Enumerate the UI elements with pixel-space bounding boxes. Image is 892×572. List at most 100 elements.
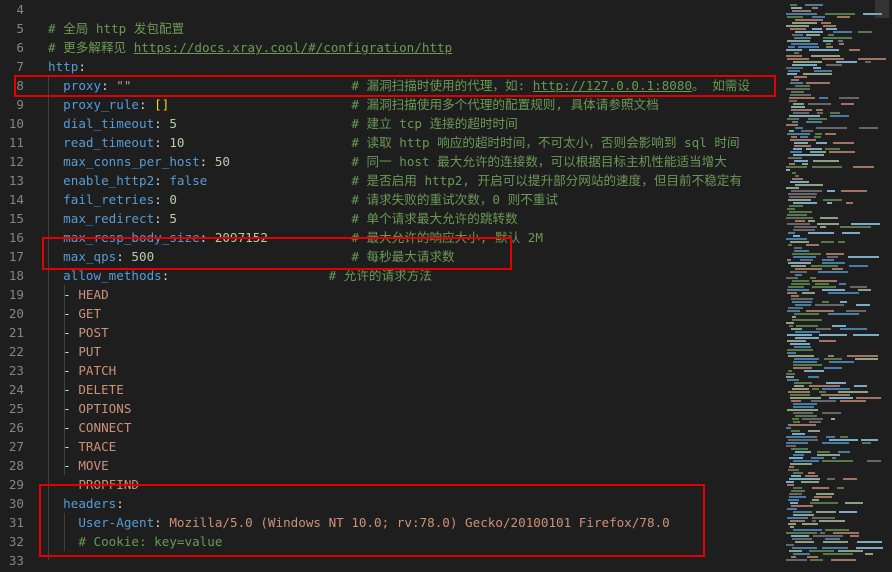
code-line[interactable]: 12 max_conns_per_host: 50 # 同一 host 最大允许… (0, 152, 778, 171)
minimap-line (788, 439, 818, 441)
line-content: enable_http2: false # 是否启用 http2, 开启可以提升… (48, 171, 742, 190)
minimap-line (791, 328, 802, 330)
minimap-line (787, 349, 813, 351)
code-line[interactable]: 25 - OPTIONS (0, 399, 778, 418)
minimap-line (815, 133, 822, 135)
minimap-line (788, 46, 795, 48)
minimap-line (814, 496, 832, 498)
minimap-line (838, 550, 863, 552)
minimap-line (786, 532, 817, 534)
minimap-line (793, 235, 800, 237)
minimap-line (831, 559, 856, 561)
code-line[interactable]: 29 - PROPFIND (0, 475, 778, 494)
code-line[interactable]: 27 - TRACE (0, 437, 778, 456)
minimap-line (786, 445, 796, 447)
code-token: false (169, 173, 208, 188)
code-line[interactable]: 19 - HEAD (0, 285, 778, 304)
code-line[interactable]: 4 (0, 0, 778, 19)
minimap-line (790, 394, 810, 396)
code-line[interactable]: 33 (0, 551, 778, 570)
code-token: # 全局 http 发包配置 (48, 21, 185, 36)
minimap-line (808, 103, 831, 105)
minimap-line (786, 13, 817, 15)
code-line[interactable]: 20 - GET (0, 304, 778, 323)
code-line[interactable]: 15 max_redirect: 5 # 单个请求最大允许的跳转数 (0, 209, 778, 228)
minimap-line (793, 406, 814, 408)
minimap-line (838, 241, 845, 243)
code-line[interactable]: 8 proxy: "" # 漏洞扫描时使用的代理，如: http://127.0… (0, 76, 778, 95)
code-token: # 最大允许的响应大小, 默认 2M (351, 230, 543, 245)
code-line[interactable]: 14 fail_retries: 0 # 请求失败的重试次数，0 则不重试 (0, 190, 778, 209)
minimap-line (786, 427, 791, 429)
minimap[interactable] (778, 0, 892, 572)
minimap-line (823, 37, 852, 39)
code-line[interactable]: 10 dial_timeout: 5 # 建立 tcp 连接的超时时间 (0, 114, 778, 133)
minimap-line (808, 376, 819, 378)
minimap-line (857, 541, 882, 543)
minimap-line (815, 283, 829, 285)
code-line[interactable]: 18 allow_methods: # 允许的请求方法 (0, 266, 778, 285)
code-line[interactable]: 6 # 更多解释见 https://docs.xray.cool/#/config… (0, 38, 778, 57)
minimap-line (833, 31, 852, 33)
code-line[interactable]: 31 User-Agent: Mozilla/5.0 (Windows NT 1… (0, 513, 778, 532)
minimap-line (824, 367, 842, 369)
minimap-line (792, 433, 805, 435)
code-line[interactable]: 5 # 全局 http 发包配置 (0, 19, 778, 38)
minimap-line (800, 259, 813, 261)
minimap-line (788, 70, 800, 72)
code-line[interactable]: 13 enable_http2: false # 是否启用 http2, 开启可… (0, 171, 778, 190)
minimap-line (794, 226, 817, 228)
code-token: - (48, 325, 79, 340)
minimap-line (787, 334, 812, 336)
code-token: max_conns_per_host (63, 154, 200, 169)
code-line[interactable]: 28 - MOVE (0, 456, 778, 475)
line-content: - OPTIONS (48, 399, 131, 418)
minimap-line (801, 481, 819, 483)
code-token: PATCH (78, 363, 117, 378)
code-editor[interactable]: 4 5 # 全局 http 发包配置 6 # 更多解释见 https://docs.xr… (0, 0, 778, 572)
code-line[interactable]: 11 read_timeout: 10 # 读取 http 响应的超时时间，不可… (0, 133, 778, 152)
code-line[interactable]: 32 # Cookie: key=value (0, 532, 778, 551)
minimap-line (786, 49, 802, 51)
minimap-line (789, 205, 803, 207)
minimap-line (793, 202, 817, 204)
minimap-line (788, 469, 799, 471)
code-token: http://127.0.0.1:8080 (532, 78, 693, 93)
code-line[interactable]: 7 http: (0, 57, 778, 76)
minimap-line (847, 355, 878, 357)
scrollbar-thumb[interactable] (875, 0, 889, 18)
minimap-line (812, 280, 837, 282)
code-line[interactable]: 9 proxy_rule: [] # 漏洞扫描使用多个代理的配置规则, 具体请参… (0, 95, 778, 114)
code-line[interactable]: 26 - CONNECT (0, 418, 778, 437)
minimap-line (791, 7, 802, 9)
minimap-line (822, 388, 850, 390)
minimap-line (823, 25, 836, 27)
code-line[interactable]: 30 headers: (0, 494, 778, 513)
minimap-line (818, 271, 848, 273)
minimap-line (825, 529, 849, 531)
minimap-line (789, 550, 802, 552)
minimap-line (808, 232, 834, 234)
code-line[interactable]: 21 - POST (0, 323, 778, 342)
minimap-line (841, 190, 867, 192)
minimap-line (791, 535, 809, 537)
minimap-line (804, 370, 824, 372)
code-line[interactable]: 17 max_qps: 500 # 每秒最大请求数 (0, 247, 778, 266)
code-line[interactable]: 23 - PATCH (0, 361, 778, 380)
minimap-line (786, 481, 794, 483)
line-number: 23 (8, 363, 24, 378)
minimap-line (791, 109, 812, 111)
minimap-line (822, 301, 829, 303)
minimap-line (816, 127, 847, 129)
code-line[interactable]: 24 - DELETE (0, 380, 778, 399)
minimap-line (787, 484, 794, 486)
minimap-line (842, 232, 860, 234)
minimap-line (793, 529, 822, 531)
code-line[interactable]: 16 max_resp_body_size: 2097152 # 最大允许的响应… (0, 228, 778, 247)
minimap-line (796, 325, 818, 327)
minimap-line (789, 466, 794, 468)
minimap-line (806, 310, 834, 312)
minimap-line (791, 43, 818, 45)
code-line[interactable]: 22 - PUT (0, 342, 778, 361)
